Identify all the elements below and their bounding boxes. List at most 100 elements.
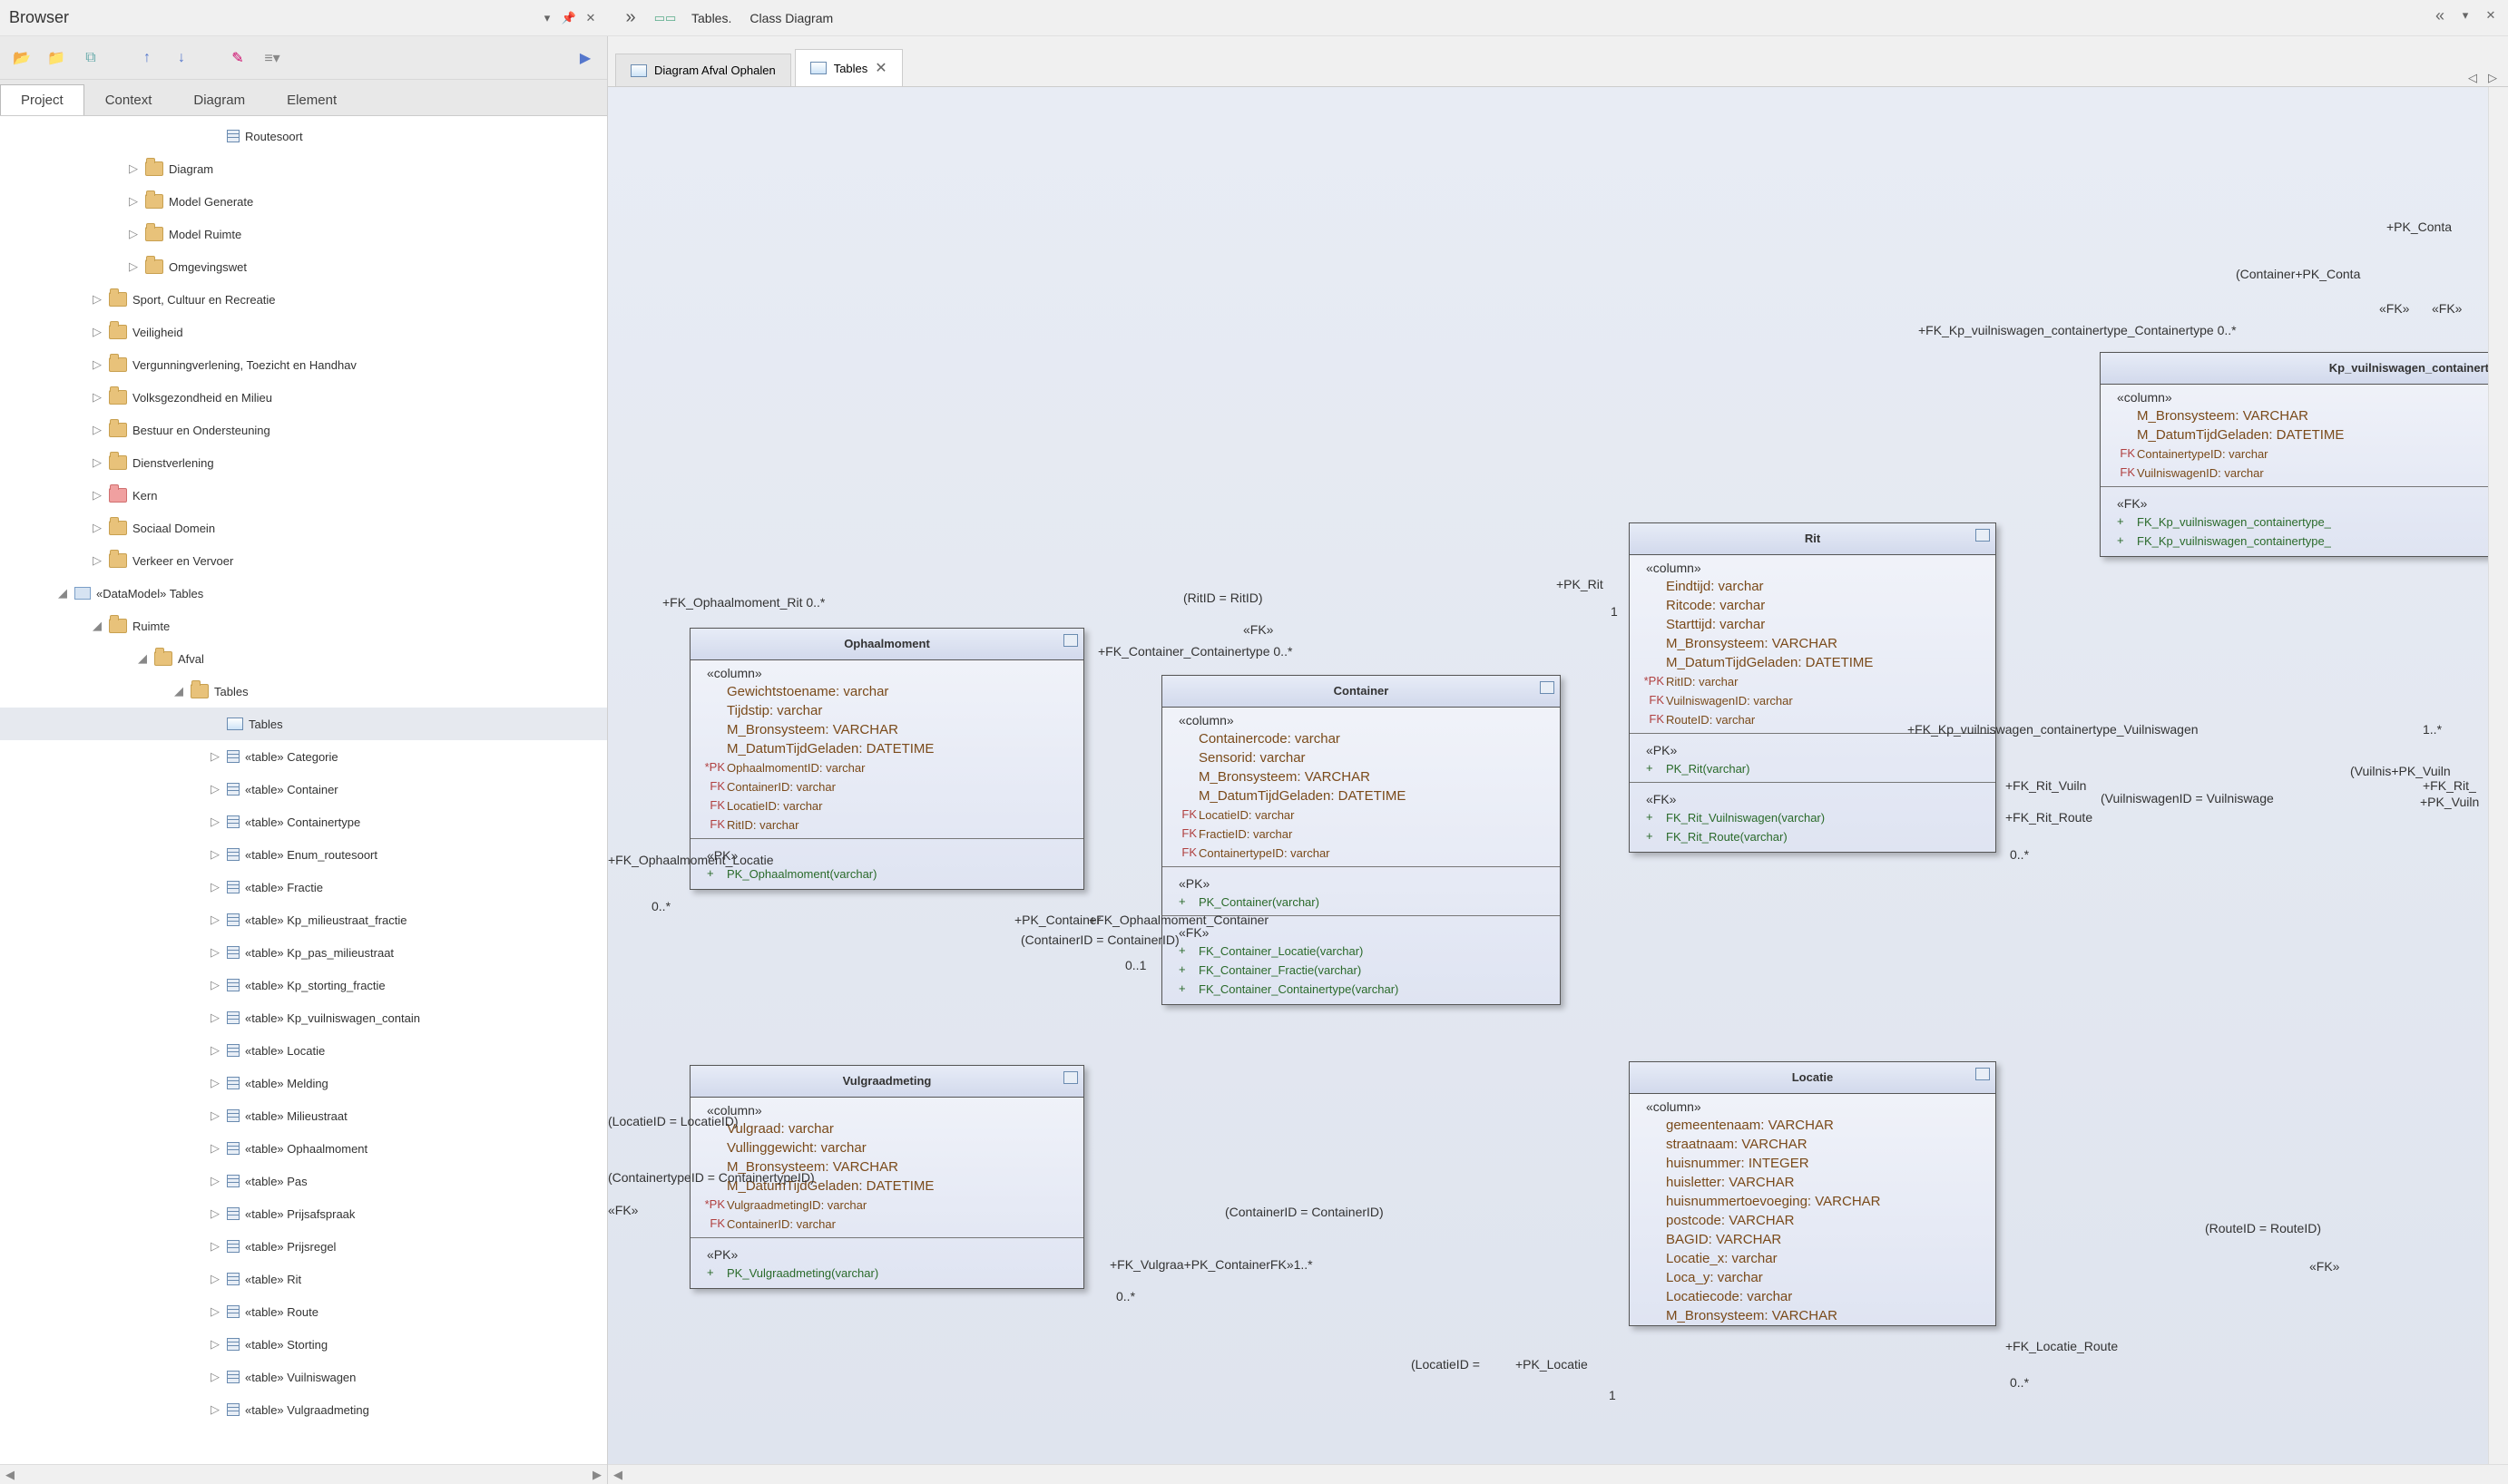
tree-item[interactable]: ▷«table» Categorie	[0, 740, 607, 773]
project-tree[interactable]: Routesoort ▷Diagram ▷Model Generate ▷Mod…	[0, 116, 607, 1464]
pin-icon[interactable]: 📌	[561, 10, 577, 26]
table-icon	[227, 1240, 240, 1253]
diagram-canvas[interactable]: Ophaalmoment «column» Gewichtstoename: v…	[608, 87, 2508, 1464]
arrow-up-icon[interactable]: ↑	[136, 48, 158, 68]
tree-item[interactable]: ▷«table» Kp_vuilniswagen_contain	[0, 1001, 607, 1034]
tree-item[interactable]: ▷«table» Melding	[0, 1067, 607, 1099]
window-dropdown-icon[interactable]: ▾	[2457, 7, 2474, 24]
breadcrumb-tables[interactable]: Tables.	[691, 11, 731, 25]
tab-project[interactable]: Project	[0, 84, 84, 115]
scroll-right-icon[interactable]: ▶	[593, 1468, 602, 1482]
arrow-down-icon[interactable]: ↓	[171, 48, 192, 68]
entity-rit[interactable]: Rit «column» Eindtijd: varchar Ritcode: …	[1629, 522, 1996, 853]
tree-item[interactable]: ▷Verkeer en Vervoer	[0, 544, 607, 577]
tree-item[interactable]: ▷«table» Locatie	[0, 1034, 607, 1067]
conn-label: +FK_Rit_	[2423, 778, 2476, 793]
hierarchy-icon[interactable]: ▭▭	[657, 10, 673, 26]
close-panel-icon[interactable]: ✕	[583, 10, 599, 26]
chevron-left-double-icon[interactable]: «	[2432, 7, 2448, 24]
conn-label: (ContainerID = ContainerID)	[1021, 932, 1180, 947]
new-folder-icon[interactable]: 📁	[45, 48, 67, 68]
tree-item[interactable]: ◢Tables	[0, 675, 607, 708]
entity-container[interactable]: Container «column» Containercode: varcha…	[1161, 675, 1561, 1005]
tree-item[interactable]: ▷«table» Ophaalmoment	[0, 1132, 607, 1165]
tree-item[interactable]: ▷«table» Milieustraat	[0, 1099, 607, 1132]
table-icon	[227, 1175, 240, 1187]
table-icon	[1540, 681, 1554, 694]
hamburger-icon[interactable]: ≡▾	[261, 48, 283, 68]
conn-label: +FK_Kp_vuilniswagen_containertype_Vuilni…	[1907, 722, 2199, 737]
tree-item[interactable]: ◢Afval	[0, 642, 607, 675]
conn-label: «FK»	[1243, 622, 1273, 637]
tree-item[interactable]: ▷«table» Prijsregel	[0, 1230, 607, 1263]
tree-item[interactable]: ▷Veiligheid	[0, 316, 607, 348]
breadcrumb-classdiagram[interactable]: Class Diagram	[749, 11, 833, 25]
tree-item[interactable]: ▷Volksgezondheid en Milieu	[0, 381, 607, 414]
tab-context[interactable]: Context	[84, 84, 173, 115]
link-icon[interactable]: ⧉	[80, 48, 102, 68]
tree-item-selected[interactable]: Tables	[0, 708, 607, 740]
tree-item[interactable]: ▷«table» Vulgraadmeting	[0, 1393, 607, 1426]
tree-item[interactable]: ▷«table» Containertype	[0, 805, 607, 838]
wand-icon[interactable]: ✎	[227, 48, 249, 68]
tree-item[interactable]: ◢«DataModel» Tables	[0, 577, 607, 610]
folder-icon	[145, 161, 163, 176]
doc-tab-tables[interactable]: Tables✕	[795, 49, 903, 86]
tree-item[interactable]: ▷Omgevingswet	[0, 250, 607, 283]
scroll-left-icon[interactable]: ◀	[5, 1468, 15, 1482]
conn-label: (Vuilnis+PK_Vuiln	[2350, 764, 2451, 778]
conn-label: +FK_Rit_Vuiln	[2005, 778, 2086, 793]
tree-item[interactable]: ▷«table» Prijsafspraak	[0, 1197, 607, 1230]
tab-prev-icon[interactable]: ◁	[2464, 70, 2481, 86]
conn-label: «FK»	[608, 1203, 638, 1217]
tree-item[interactable]: ▷Sport, Cultuur en Recreatie	[0, 283, 607, 316]
tree-item[interactable]: ▷«table» Container	[0, 773, 607, 805]
chevron-right-icon[interactable]: »	[622, 10, 639, 26]
canvas-hscrollbar[interactable]: ◀	[608, 1464, 2508, 1484]
tree-item[interactable]: ▷«table» Route	[0, 1295, 607, 1328]
tree-item[interactable]: ▷«table» Pas	[0, 1165, 607, 1197]
tree-item[interactable]: ▷«table» Vuilniswagen	[0, 1361, 607, 1393]
dropdown-icon[interactable]: ▾	[539, 10, 555, 26]
doc-tab-diagram-afval[interactable]: Diagram Afval Ophalen	[615, 54, 791, 86]
window-close-icon[interactable]: ✕	[2483, 7, 2499, 24]
tree-item[interactable]: ▷Dienstverlening	[0, 446, 607, 479]
toolbar-expand-icon[interactable]: ▶	[574, 48, 596, 68]
scroll-left-icon[interactable]: ◀	[613, 1468, 622, 1482]
canvas-vscrollbar[interactable]	[2488, 87, 2508, 1464]
tree-item[interactable]: ▷Model Ruimte	[0, 218, 607, 250]
class-icon	[227, 130, 240, 142]
tree-item[interactable]: ▷Sociaal Domein	[0, 512, 607, 544]
tree-item[interactable]: ▷Diagram	[0, 152, 607, 185]
folder-icon	[109, 455, 127, 470]
tree-item[interactable]: ▷«table» Fractie	[0, 871, 607, 903]
tree-item[interactable]: ▷«table» Storting	[0, 1328, 607, 1361]
tree-item[interactable]: ▷«table» Enum_routesoort	[0, 838, 607, 871]
folder-icon	[109, 292, 127, 307]
tree-item[interactable]: ▷Kern	[0, 479, 607, 512]
tree-item[interactable]: ▷Vergunningverlening, Toezicht en Handha…	[0, 348, 607, 381]
entity-ophaalmoment[interactable]: Ophaalmoment «column» Gewichtstoename: v…	[690, 628, 1084, 890]
tree-item[interactable]: ▷«table» Kp_milieustraat_fractie	[0, 903, 607, 936]
table-icon	[227, 848, 240, 861]
folder-icon	[191, 684, 209, 698]
table-icon	[227, 881, 240, 893]
tree-item[interactable]: ◢Ruimte	[0, 610, 607, 642]
tree-item[interactable]: ▷«table» Kp_storting_fractie	[0, 969, 607, 1001]
tree-item[interactable]: Routesoort	[0, 120, 607, 152]
tree-item[interactable]: ▷Model Generate	[0, 185, 607, 218]
entity-locatie[interactable]: Locatie «column» gemeentenaam: VARCHAR s…	[1629, 1061, 1996, 1326]
conn-label: 0..*	[2010, 1375, 2029, 1390]
tree-item[interactable]: ▷«table» Kp_pas_milieustraat	[0, 936, 607, 969]
tree-item[interactable]: ▷«table» Rit	[0, 1263, 607, 1295]
conn-label: (ContainertypeID = ContainertypeID)	[608, 1170, 815, 1185]
browser-hscrollbar[interactable]: ◀▶	[0, 1464, 607, 1484]
tab-diagram[interactable]: Diagram	[172, 84, 266, 115]
tab-element[interactable]: Element	[266, 84, 358, 115]
close-tab-icon[interactable]: ✕	[875, 59, 887, 77]
conn-label: +FK_Ophaalmoment_Container	[1089, 913, 1269, 927]
tab-next-icon[interactable]: ▷	[2484, 70, 2501, 86]
entity-kp-vuilniswagen-containertype[interactable]: Kp_vuilniswagen_containert «column» M_Br…	[2100, 352, 2508, 557]
tree-item[interactable]: ▷Bestuur en Ondersteuning	[0, 414, 607, 446]
open-folder-icon[interactable]: 📂	[11, 48, 33, 68]
